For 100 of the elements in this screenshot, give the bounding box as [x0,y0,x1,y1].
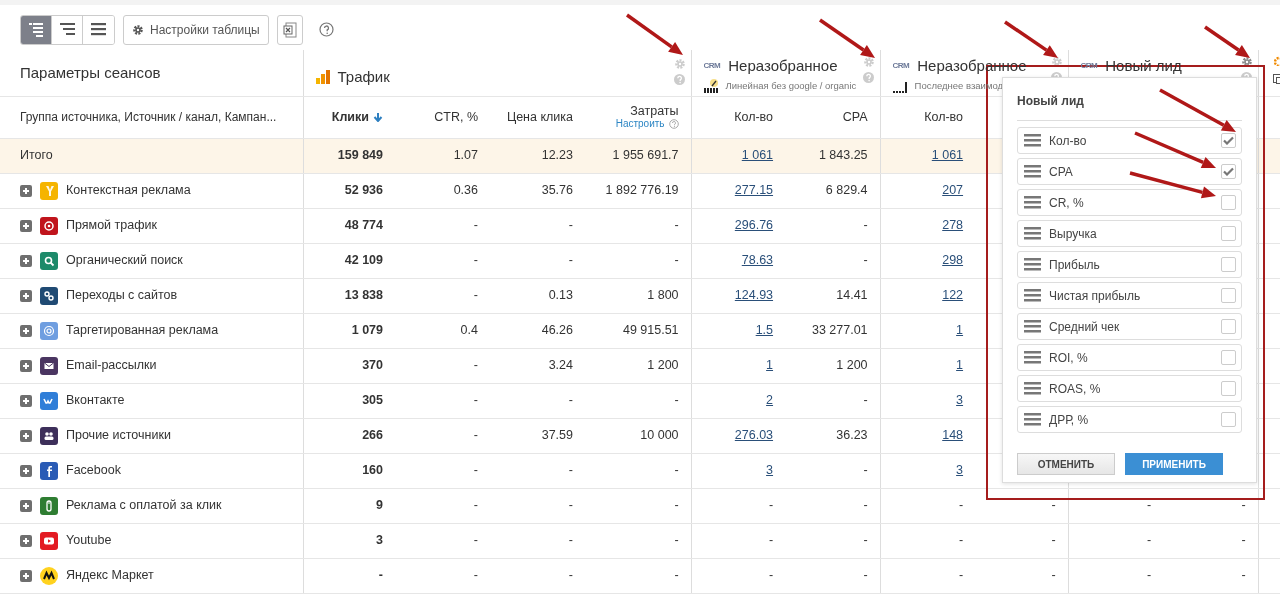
expand-icon[interactable] [20,254,32,267]
copy-icon[interactable] [1272,74,1280,85]
drag-handle-icon[interactable] [1024,320,1041,333]
value-link[interactable]: 3 [766,463,774,478]
checkbox[interactable] [1221,133,1236,148]
value-link[interactable]: 148 [942,428,964,443]
value-link[interactable]: 124.93 [734,288,774,303]
tree-view-button[interactable] [21,15,52,44]
drag-handle-icon[interactable] [1024,134,1041,147]
table-cell: - [958,568,964,583]
value-link[interactable]: 3 [956,463,964,478]
metric-item[interactable]: Кол-во [1017,127,1242,154]
metric-item[interactable]: ROAS, % [1017,375,1242,402]
checkbox[interactable] [1221,257,1236,272]
checkbox[interactable] [1221,381,1236,396]
section-title: Неразобранное [917,56,1027,76]
row-label[interactable]: Прочие источники [66,426,171,445]
value-link[interactable]: 2 [766,393,774,408]
expand-icon[interactable] [20,219,32,232]
metric-item[interactable]: ДРР, % [1017,406,1242,433]
row-label[interactable]: Email-рассылки [66,356,157,375]
value-link[interactable]: 1 [766,358,774,373]
expand-icon[interactable] [20,534,32,547]
metric-item[interactable]: Прибыль [1017,251,1242,278]
expand-icon[interactable] [20,464,32,477]
row-label[interactable]: Таргетированная реклама [66,321,219,340]
drag-handle-icon[interactable] [1024,382,1041,395]
drag-handle-icon[interactable] [1024,289,1041,302]
value-link[interactable]: 296.76 [734,218,774,233]
value-link[interactable]: 298 [942,253,964,268]
value-link[interactable]: 122 [942,288,964,303]
row-label[interactable]: Прямой трафик [66,216,157,235]
value-link[interactable]: 276.03 [734,428,774,443]
table-cell: 36.23 [836,428,868,443]
row-label[interactable]: Контекстная реклама [66,181,191,200]
checkbox[interactable] [1221,350,1236,365]
column-header[interactable]: Кол-во [734,107,774,127]
table-cell: 10 000 [640,428,679,443]
column-header[interactable]: Цена клика [506,107,573,127]
value-link[interactable]: 277.15 [734,183,774,198]
value-link[interactable]: 207 [942,183,964,198]
column-header[interactable]: Затраты [630,104,679,119]
expand-icon[interactable] [20,569,32,582]
expand-icon[interactable] [20,289,32,302]
value-link[interactable]: 78.63 [741,253,774,268]
expand-icon[interactable] [20,184,32,197]
metric-item[interactable]: CPA [1017,158,1242,185]
value-link[interactable]: 1.5 [755,323,774,338]
column-header[interactable]: Кол-во [924,107,964,127]
checkbox[interactable] [1221,195,1236,210]
row-label[interactable]: Реклама с оплатой за клик [66,496,222,515]
drag-handle-icon[interactable] [1024,196,1041,209]
metric-item[interactable]: Средний чек [1017,313,1242,340]
column-header[interactable]: Клики [331,107,383,127]
configure-link[interactable]: Настроить [615,118,665,130]
metric-item[interactable]: Выручка [1017,220,1242,247]
expand-icon[interactable] [20,359,32,372]
drag-handle-icon[interactable] [1024,227,1041,240]
indent-list-icon[interactable] [58,21,76,38]
row-label[interactable]: Яндекс Маркет [66,566,154,585]
value-link[interactable]: 1 [956,323,964,338]
row-label[interactable]: Переходы с сайтов [66,286,178,305]
table-settings-button[interactable]: Настройки таблицы [123,14,269,45]
expand-icon[interactable] [20,394,32,407]
drag-handle-icon[interactable] [1024,165,1041,178]
row-label[interactable]: Facebook [66,461,121,480]
expand-icon[interactable] [20,499,32,512]
metric-item[interactable]: CR, % [1017,189,1242,216]
row-label[interactable]: Вконтакте [66,391,125,410]
table-cell: - [473,288,478,303]
gear-icon[interactable] [132,23,144,36]
value-link[interactable]: 1 061 [741,148,774,163]
tree-list-icon[interactable] [27,21,45,38]
checkbox[interactable] [1221,412,1236,427]
table-cell: - [674,218,679,233]
metric-item[interactable]: Чистая прибыль [1017,282,1242,309]
row-label[interactable]: Органический поиск [66,251,183,270]
expand-icon[interactable] [20,429,32,442]
checkbox[interactable] [1221,288,1236,303]
cancel-button[interactable]: ОТМЕНИТЬ [1017,453,1115,475]
checkbox[interactable] [1221,164,1236,179]
column-header[interactable]: CTR, % [434,107,478,127]
list-icon[interactable] [90,21,107,38]
column-header[interactable]: CPA [842,107,868,127]
checkbox[interactable] [1221,226,1236,241]
spreadsheet-icon[interactable] [282,21,297,38]
drag-handle-icon[interactable] [1024,351,1041,364]
drag-handle-icon[interactable] [1024,413,1041,426]
checkbox[interactable] [1221,319,1236,334]
table-cell: - [768,533,774,548]
help-icon[interactable] [318,22,334,37]
value-link[interactable]: 3 [956,393,964,408]
value-link[interactable]: 1 061 [931,148,964,163]
metric-item[interactable]: ROI, % [1017,344,1242,371]
drag-handle-icon[interactable] [1024,258,1041,271]
value-link[interactable]: 278 [942,218,964,233]
value-link[interactable]: 1 [956,358,964,373]
row-label[interactable]: Youtube [66,531,112,550]
annotation-arrow [819,18,875,58]
expand-icon[interactable] [20,324,32,337]
